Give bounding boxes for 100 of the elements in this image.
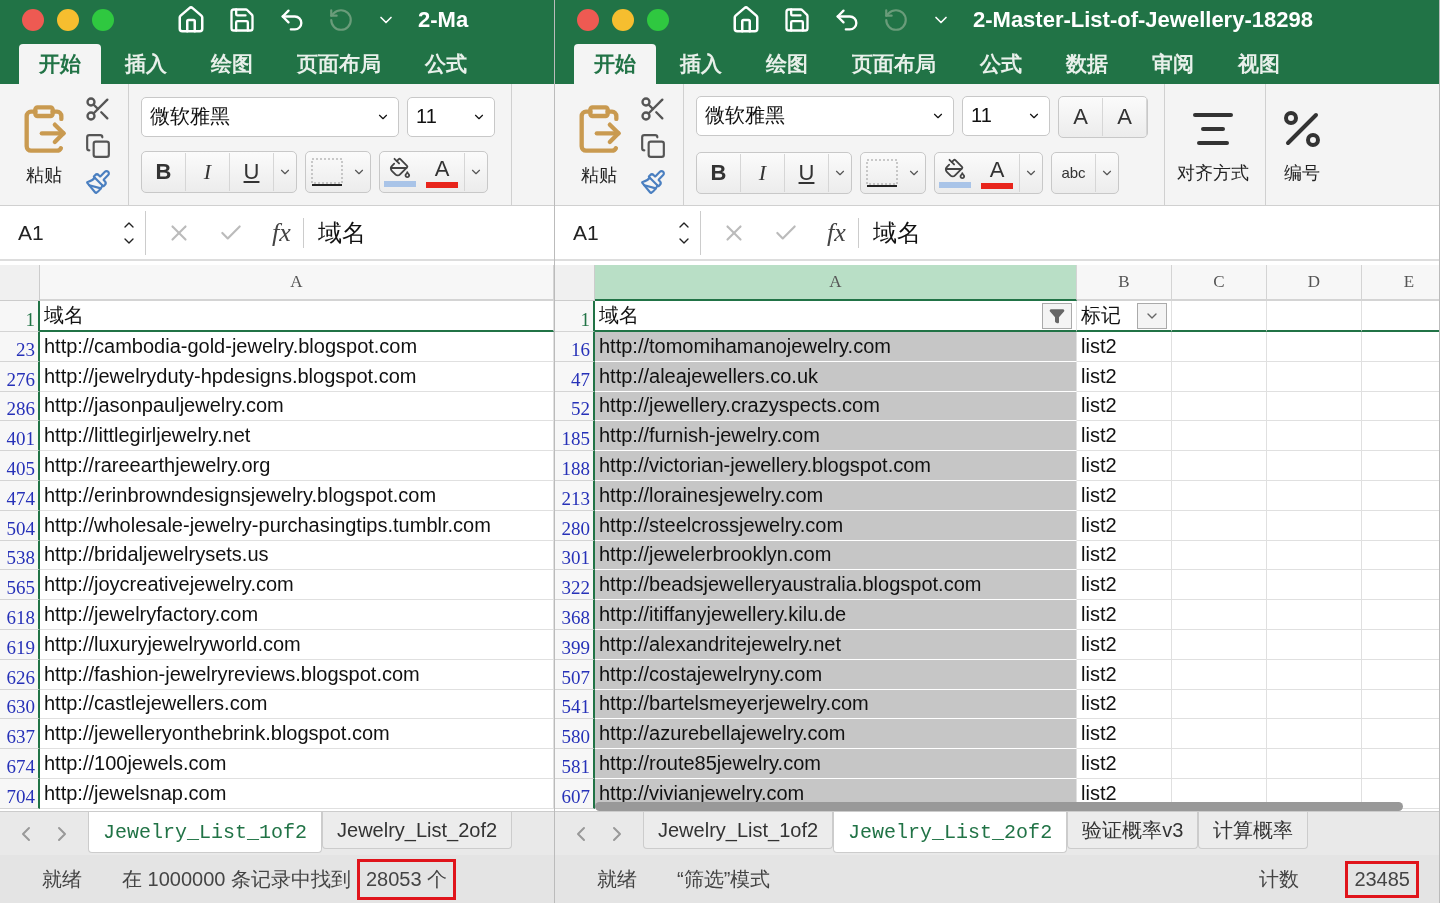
align-label[interactable]: 对齐方式	[1177, 160, 1249, 185]
home-icon[interactable]	[176, 5, 206, 35]
ribbon-tab[interactable]: 开始	[574, 44, 656, 84]
horizontal-scrollbar[interactable]	[595, 802, 1403, 811]
copy-icon[interactable]	[85, 132, 111, 159]
row-header[interactable]: 538	[0, 540, 40, 571]
row-header[interactable]: 1	[555, 301, 595, 332]
fill-color-icon[interactable]	[944, 157, 966, 180]
minimize-button[interactable]	[57, 9, 79, 31]
table-cell: http://beadsjewelleryaustralia.blogspot.com	[595, 570, 1077, 601]
zoom-button[interactable]	[92, 9, 114, 31]
function-button[interactable]: fx	[264, 217, 304, 248]
ribbon-tab[interactable]: 页面布局	[832, 44, 956, 84]
font-style-button[interactable]: B	[142, 152, 186, 191]
zoom-button[interactable]	[647, 9, 669, 31]
font-size-field[interactable]: 11	[962, 95, 1050, 136]
row-header[interactable]: 52	[555, 391, 595, 422]
sheet-tab[interactable]: Jewelry_List_2of2	[833, 812, 1068, 853]
borders-icon[interactable]	[310, 156, 344, 187]
row-header[interactable]: 637	[0, 719, 40, 750]
sheet-tab[interactable]: 计算概率	[1198, 812, 1309, 849]
row-header[interactable]: 322	[555, 570, 595, 601]
sheet-tab[interactable]: Jewelry_List_1of2	[643, 812, 834, 849]
column-header[interactable]: A	[595, 265, 1077, 301]
row-header[interactable]: 541	[555, 689, 595, 720]
sheet-tab[interactable]: 验证概率v3	[1067, 812, 1199, 849]
row-header[interactable]: 280	[555, 510, 595, 541]
fill-color-icon[interactable]	[389, 156, 411, 179]
font-name-field[interactable]: 微软雅黑	[141, 96, 399, 137]
font-style-button[interactable]: B	[697, 153, 741, 192]
row-header[interactable]: 626	[0, 659, 40, 690]
grow-font-button[interactable]: A	[1059, 97, 1103, 136]
row-header[interactable]: 47	[555, 361, 595, 392]
row-header[interactable]: 16	[555, 332, 595, 362]
format-painter-icon[interactable]	[85, 168, 111, 195]
font-style-button[interactable]: I	[741, 153, 785, 192]
column-header[interactable]: E	[1362, 265, 1439, 301]
row-header[interactable]: 474	[0, 481, 40, 511]
row-header[interactable]: 607	[555, 778, 595, 809]
borders-icon[interactable]	[865, 157, 899, 188]
row-header[interactable]: 581	[555, 749, 595, 779]
font-style-button[interactable]: U	[785, 153, 829, 192]
ribbon-tab[interactable]: 审阅	[1132, 44, 1214, 84]
row-header[interactable]: 276	[0, 361, 40, 392]
font-size-field[interactable]: 11	[407, 96, 495, 137]
ribbon-tab[interactable]: 视图	[1218, 44, 1300, 84]
ribbon-tab[interactable]: 插入	[660, 44, 742, 84]
name-box[interactable]: A1	[555, 210, 701, 255]
filter-icon[interactable]	[1049, 307, 1065, 324]
home-icon[interactable]	[731, 5, 761, 35]
font-style-button[interactable]: U	[230, 152, 274, 191]
ribbon-tab[interactable]: 公式	[405, 44, 487, 84]
paste-label[interactable]: 粘贴	[581, 162, 617, 187]
save-icon[interactable]	[783, 6, 811, 34]
row-header[interactable]: 504	[0, 510, 40, 541]
ribbon-tab[interactable]: 绘图	[746, 44, 828, 84]
column-header[interactable]: C	[1172, 265, 1267, 301]
column-header[interactable]: D	[1267, 265, 1362, 301]
row-header[interactable]: 401	[0, 421, 40, 452]
ribbon-tab[interactable]: 页面布局	[277, 44, 401, 84]
name-box[interactable]: A1	[0, 210, 146, 255]
number-format-label[interactable]: 编号	[1284, 160, 1320, 185]
function-button[interactable]: fx	[819, 217, 859, 248]
formula-field[interactable]: 域名	[303, 216, 366, 249]
copy-icon[interactable]	[640, 132, 666, 159]
font-name-field[interactable]: 微软雅黑	[696, 95, 954, 136]
ribbon-tab[interactable]: 公式	[960, 44, 1042, 84]
ribbon-tab[interactable]: 插入	[105, 44, 187, 84]
save-icon[interactable]	[228, 6, 256, 34]
ribbon-tab[interactable]: 开始	[19, 44, 101, 84]
column-header[interactable]: B	[1077, 265, 1172, 301]
row-header[interactable]: 368	[555, 600, 595, 630]
row-header[interactable]: 213	[555, 481, 595, 511]
row-header[interactable]: 630	[0, 689, 40, 720]
row-header[interactable]: 618	[0, 600, 40, 630]
row-header[interactable]: 674	[0, 749, 40, 779]
paste-label[interactable]: 粘贴	[26, 162, 62, 187]
row-header[interactable]: 405	[0, 451, 40, 481]
column-header[interactable]: A	[40, 265, 554, 301]
ribbon-tab[interactable]: 数据	[1046, 44, 1128, 84]
row-header[interactable]: 185	[555, 421, 595, 452]
formula-field[interactable]: 域名	[858, 216, 921, 249]
shrink-font-button[interactable]: A	[1103, 97, 1147, 136]
row-header[interactable]: 507	[555, 659, 595, 690]
format-painter-icon[interactable]	[640, 168, 666, 195]
row-header[interactable]: 23	[0, 332, 40, 362]
row-header[interactable]: 1	[0, 301, 40, 332]
sheet-tab[interactable]: Jewelry_List_2of2	[322, 812, 513, 849]
ribbon-tab[interactable]: 绘图	[191, 44, 273, 84]
row-header[interactable]: 580	[555, 719, 595, 750]
row-header[interactable]: 301	[555, 540, 595, 571]
row-header[interactable]: 704	[0, 778, 40, 809]
row-header[interactable]: 565	[0, 570, 40, 601]
row-header[interactable]: 286	[0, 391, 40, 422]
row-header[interactable]: 399	[555, 629, 595, 660]
row-header[interactable]: 619	[0, 629, 40, 660]
minimize-button[interactable]	[612, 9, 634, 31]
sheet-tab[interactable]: Jewelry_List_1of2	[88, 812, 323, 853]
row-header[interactable]: 188	[555, 451, 595, 481]
font-style-button[interactable]: I	[186, 152, 230, 191]
